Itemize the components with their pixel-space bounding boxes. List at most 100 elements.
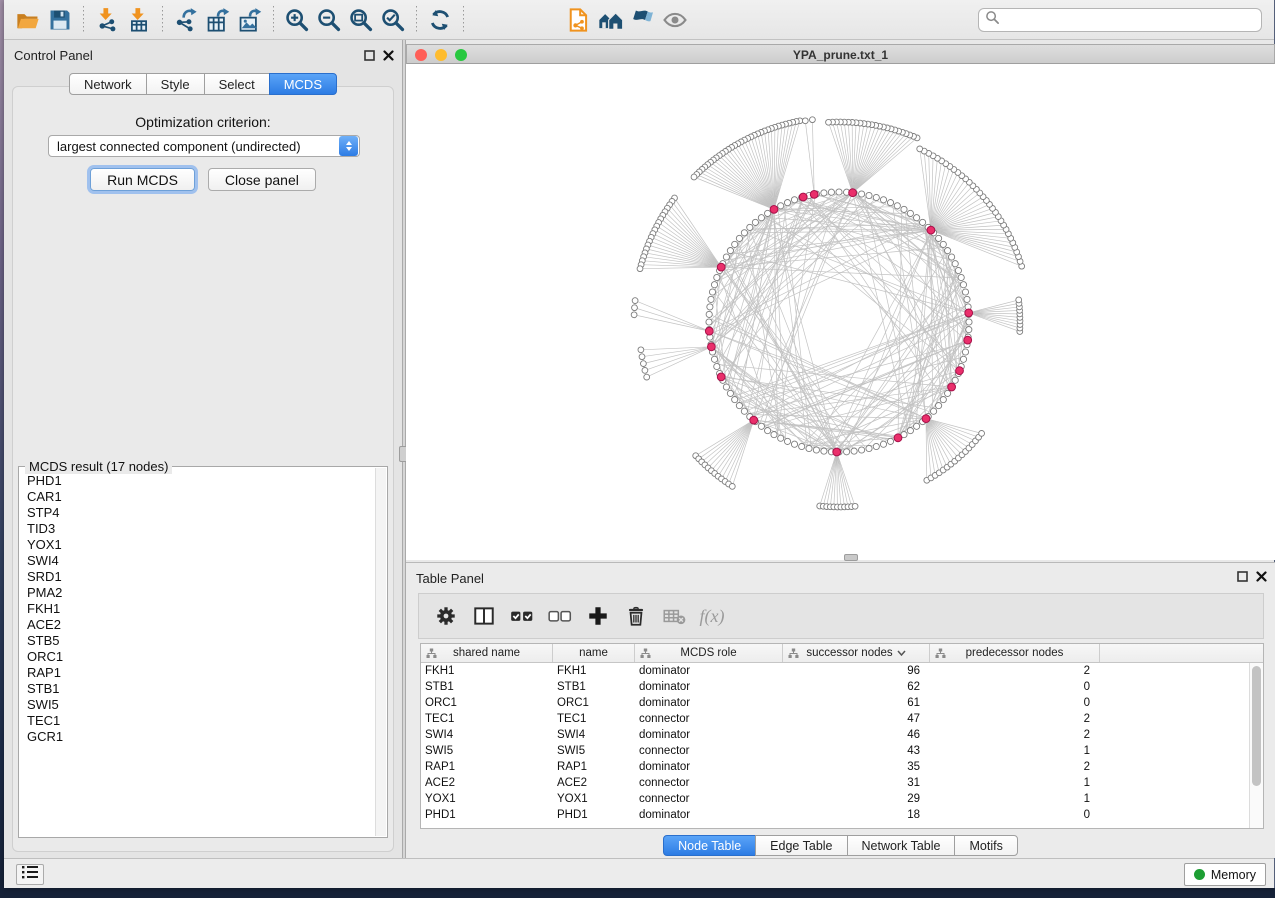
uncheck-all-button[interactable] xyxy=(543,599,577,633)
cell-MCDS-role[interactable]: dominator xyxy=(635,681,783,693)
cell-MCDS-role[interactable]: connector xyxy=(635,713,783,725)
mcds-result-item[interactable]: CAR1 xyxy=(27,489,375,505)
cell-name[interactable]: SWI5 xyxy=(553,745,635,757)
cell-successor-nodes[interactable]: 35 xyxy=(783,761,930,773)
cell-MCDS-role[interactable]: dominator xyxy=(635,665,783,677)
cell-successor-nodes[interactable]: 62 xyxy=(783,681,930,693)
column-header-successor-nodes[interactable]: successor nodes xyxy=(783,644,930,662)
mcds-result-item[interactable]: GCR1 xyxy=(27,729,375,745)
table-row[interactable]: RAP1RAP1dominator352 xyxy=(421,759,1263,775)
cell-shared-name[interactable]: SWI5 xyxy=(421,745,553,757)
table-row[interactable]: SWI5SWI5connector431 xyxy=(421,743,1263,759)
cell-predecessor-nodes[interactable]: 2 xyxy=(930,665,1100,677)
export-image-button[interactable] xyxy=(235,5,265,35)
result-list-scrollbar[interactable] xyxy=(375,468,386,836)
cell-name[interactable]: SWI4 xyxy=(553,729,635,741)
mcds-result-item[interactable]: PHD1 xyxy=(27,473,375,489)
close-panel-icon[interactable] xyxy=(383,48,394,66)
mcds-result-item[interactable]: STB5 xyxy=(27,633,375,649)
horizontal-splitter-handle[interactable] xyxy=(844,554,858,561)
tab-edge-table[interactable]: Edge Table xyxy=(755,835,847,856)
search-input[interactable] xyxy=(1000,10,1261,30)
zoom-out-button[interactable] xyxy=(314,5,344,35)
tab-select[interactable]: Select xyxy=(204,73,270,95)
mcds-result-item[interactable]: ORC1 xyxy=(27,649,375,665)
cell-successor-nodes[interactable]: 46 xyxy=(783,729,930,741)
mcds-result-item[interactable]: STP4 xyxy=(27,505,375,521)
zoom-fit-button[interactable] xyxy=(346,5,376,35)
cell-shared-name[interactable]: RAP1 xyxy=(421,761,553,773)
mcds-result-item[interactable]: TEC1 xyxy=(27,713,375,729)
cell-shared-name[interactable]: SWI4 xyxy=(421,729,553,741)
cell-successor-nodes[interactable]: 18 xyxy=(783,809,930,821)
cell-predecessor-nodes[interactable]: 0 xyxy=(930,809,1100,821)
table-row[interactable]: ORC1ORC1dominator610 xyxy=(421,695,1263,711)
cell-shared-name[interactable]: PHD1 xyxy=(421,809,553,821)
mcds-result-item[interactable]: ACE2 xyxy=(27,617,375,633)
save-button[interactable] xyxy=(45,5,75,35)
mcds-result-item[interactable]: SWI4 xyxy=(27,553,375,569)
cell-successor-nodes[interactable]: 96 xyxy=(783,665,930,677)
mcds-result-item[interactable]: FKH1 xyxy=(27,601,375,617)
cell-predecessor-nodes[interactable]: 1 xyxy=(930,745,1100,757)
zoom-in-button[interactable] xyxy=(282,5,312,35)
cell-predecessor-nodes[interactable]: 2 xyxy=(930,713,1100,725)
tab-motifs[interactable]: Motifs xyxy=(954,835,1017,856)
table-scrollbar-thumb[interactable] xyxy=(1252,666,1261,786)
task-history-button[interactable] xyxy=(16,864,44,885)
table-row[interactable]: ACE2ACE2connector311 xyxy=(421,775,1263,791)
column-header-predecessor-nodes[interactable]: predecessor nodes xyxy=(930,644,1100,662)
import-table-button[interactable] xyxy=(124,5,154,35)
mcds-result-item[interactable]: SRD1 xyxy=(27,569,375,585)
table-row[interactable]: YOX1YOX1connector291 xyxy=(421,791,1263,807)
tab-mcds[interactable]: MCDS xyxy=(269,73,337,95)
column-header-shared-name[interactable]: shared name xyxy=(421,644,553,662)
mcds-result-item[interactable]: PMA2 xyxy=(27,585,375,601)
table-row[interactable]: TEC1TEC1connector472 xyxy=(421,711,1263,727)
cell-name[interactable]: PHD1 xyxy=(553,809,635,821)
cell-shared-name[interactable]: ACE2 xyxy=(421,777,553,789)
table-row[interactable]: SWI4SWI4dominator462 xyxy=(421,727,1263,743)
close-panel-button[interactable]: Close panel xyxy=(208,168,316,191)
tab-style[interactable]: Style xyxy=(146,73,205,95)
cell-name[interactable]: FKH1 xyxy=(553,665,635,677)
cell-name[interactable]: YOX1 xyxy=(553,793,635,805)
cell-MCDS-role[interactable]: connector xyxy=(635,777,783,789)
cell-name[interactable]: TEC1 xyxy=(553,713,635,725)
search-box[interactable] xyxy=(978,8,1262,32)
cell-shared-name[interactable]: ORC1 xyxy=(421,697,553,709)
cell-predecessor-nodes[interactable]: 0 xyxy=(930,697,1100,709)
column-header-name[interactable]: name xyxy=(553,644,635,662)
mcds-result-item[interactable]: RAP1 xyxy=(27,665,375,681)
cell-predecessor-nodes[interactable]: 0 xyxy=(930,681,1100,693)
share-document-button[interactable] xyxy=(564,5,594,35)
cell-shared-name[interactable]: TEC1 xyxy=(421,713,553,725)
cell-name[interactable]: STB1 xyxy=(553,681,635,693)
mcds-result-item[interactable]: SWI5 xyxy=(27,697,375,713)
home-network-button[interactable] xyxy=(596,5,626,35)
cell-predecessor-nodes[interactable]: 2 xyxy=(930,729,1100,741)
run-mcds-button[interactable]: Run MCDS xyxy=(90,168,195,191)
cell-MCDS-role[interactable]: connector xyxy=(635,793,783,805)
table-row[interactable]: FKH1FKH1dominator962 xyxy=(421,663,1263,679)
cell-MCDS-role[interactable]: dominator xyxy=(635,697,783,709)
cell-successor-nodes[interactable]: 61 xyxy=(783,697,930,709)
cell-MCDS-role[interactable]: connector xyxy=(635,745,783,757)
cell-shared-name[interactable]: YOX1 xyxy=(421,793,553,805)
export-table-button[interactable] xyxy=(203,5,233,35)
tab-network[interactable]: Network xyxy=(69,73,147,95)
float-panel-icon[interactable] xyxy=(1237,569,1248,587)
cell-name[interactable]: ORC1 xyxy=(553,697,635,709)
open-button[interactable] xyxy=(13,5,43,35)
cell-successor-nodes[interactable]: 43 xyxy=(783,745,930,757)
cell-shared-name[interactable]: STB1 xyxy=(421,681,553,693)
trash-button[interactable] xyxy=(619,599,653,633)
cell-name[interactable]: RAP1 xyxy=(553,761,635,773)
cell-successor-nodes[interactable]: 29 xyxy=(783,793,930,805)
cell-name[interactable]: ACE2 xyxy=(553,777,635,789)
criterion-dropdown[interactable]: largest connected component (undirected) xyxy=(48,135,360,157)
export-network-button[interactable] xyxy=(171,5,201,35)
cell-MCDS-role[interactable]: dominator xyxy=(635,729,783,741)
cell-successor-nodes[interactable]: 31 xyxy=(783,777,930,789)
column-header-MCDS-role[interactable]: MCDS role xyxy=(635,644,783,662)
